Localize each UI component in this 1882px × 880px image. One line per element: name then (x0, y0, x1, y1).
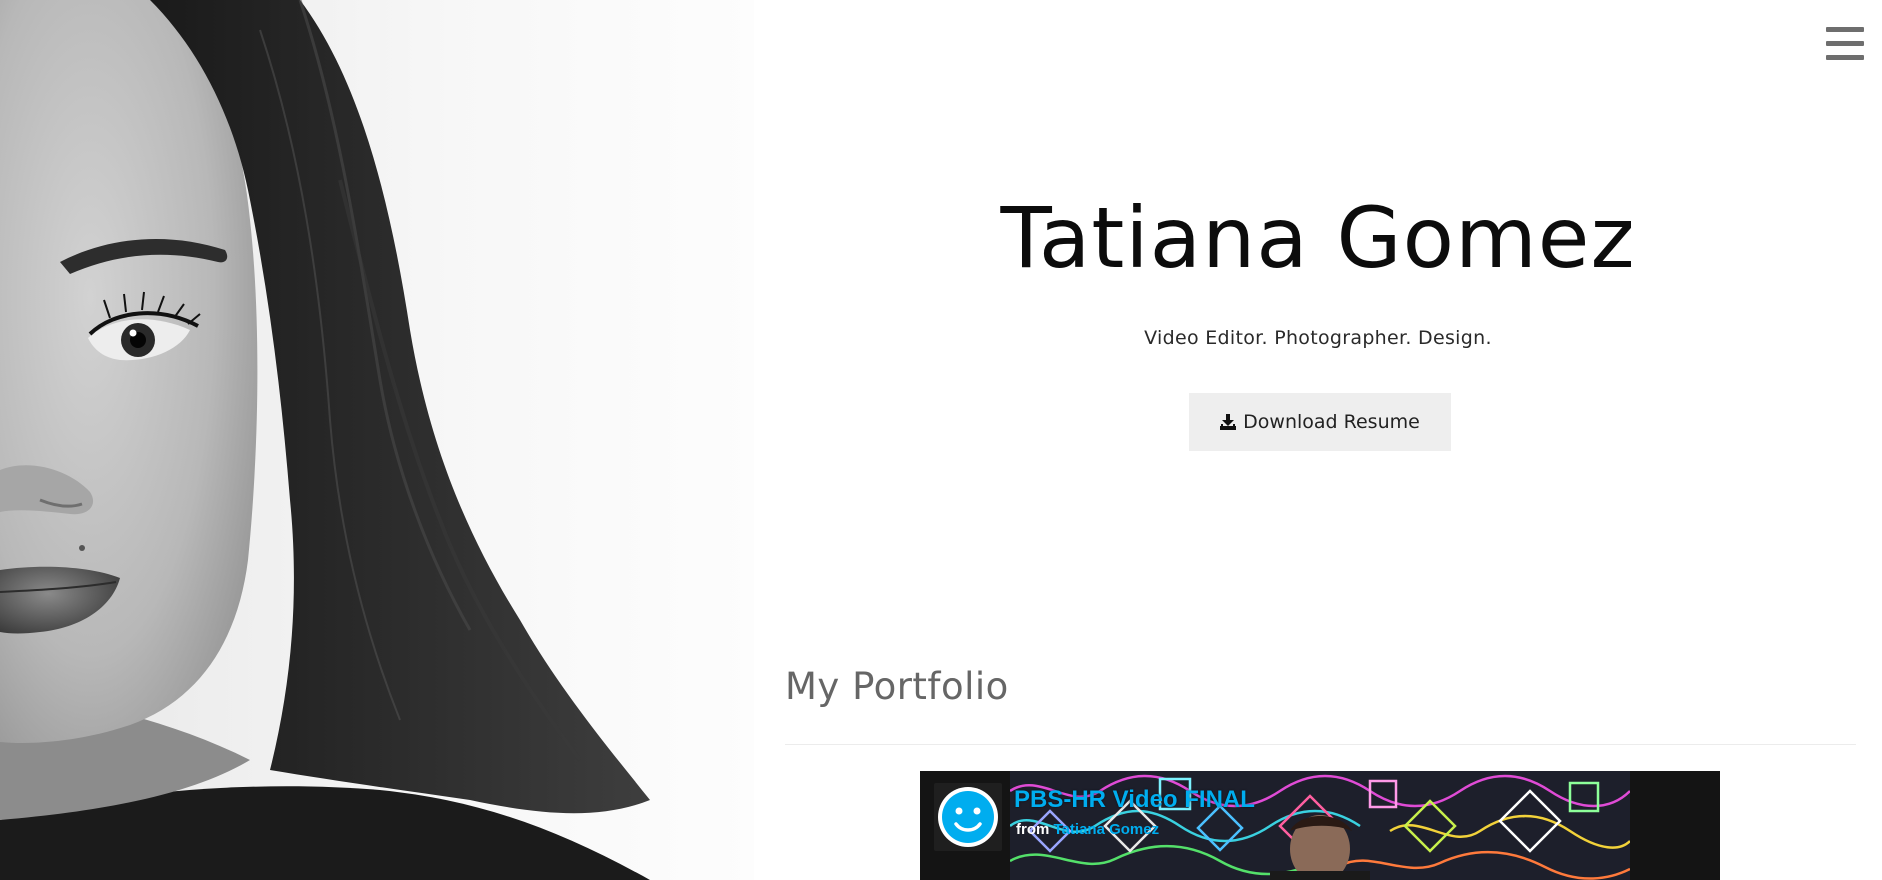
menu-bar (1826, 41, 1864, 46)
video-title-link[interactable]: PBS-HR Video FINAL (1014, 786, 1255, 814)
main-content: Tatiana Gomez Video Editor. Photographer… (754, 0, 1882, 880)
video-byline: from Tatiana Gomez (1016, 821, 1159, 838)
download-icon (1220, 414, 1237, 430)
video-uploader-badge[interactable] (934, 783, 1002, 851)
hamburger-menu-icon[interactable] (1824, 24, 1866, 64)
smiley-avatar-icon (938, 787, 998, 847)
download-resume-button[interactable]: Download Resume (1189, 393, 1451, 451)
download-resume-label: Download Resume (1243, 411, 1420, 433)
hero-name: Tatiana Gomez (1000, 189, 1636, 287)
menu-bar (1826, 27, 1864, 32)
portfolio-heading: My Portfolio (785, 665, 1009, 708)
portfolio-divider (785, 744, 1856, 745)
menu-bar (1826, 55, 1864, 60)
video-from-label: from (1016, 821, 1050, 838)
profile-photo (0, 0, 754, 880)
portfolio-video-player[interactable]: PBS-HR Video FINAL from Tatiana Gomez (920, 771, 1720, 880)
page: Tatiana Gomez Video Editor. Photographer… (0, 0, 1882, 880)
hero-tagline: Video Editor. Photographer. Design. (1144, 327, 1492, 349)
video-author-link[interactable]: Tatiana Gomez (1054, 821, 1160, 838)
